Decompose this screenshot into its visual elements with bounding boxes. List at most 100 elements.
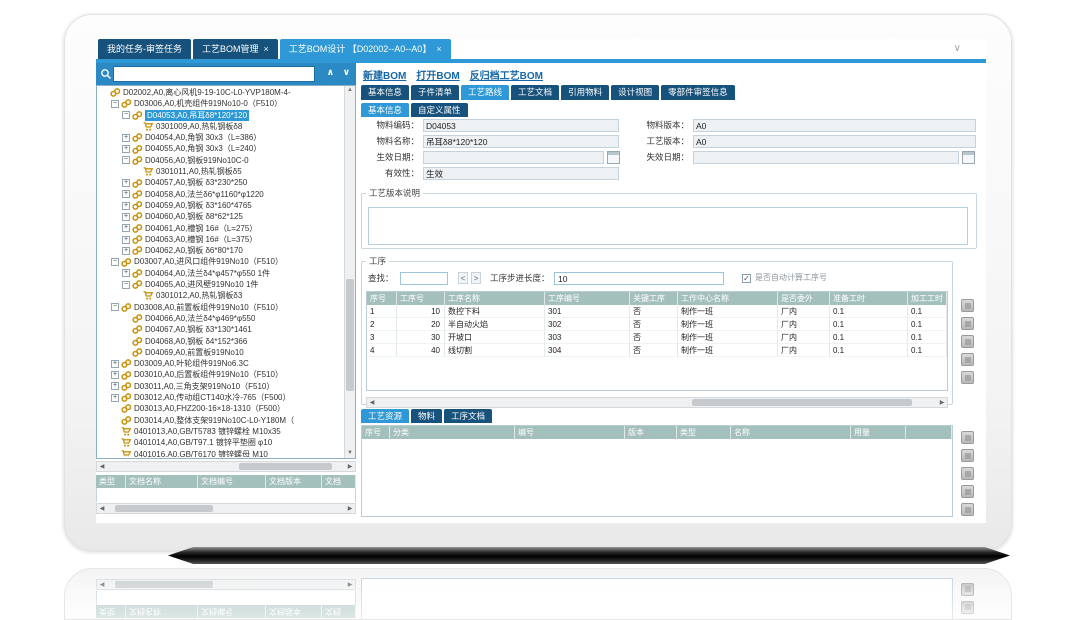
collapse-icon[interactable]: − — [122, 281, 130, 289]
tree-item[interactable]: +D04060,A0,钢板 δ8*62*125 — [98, 211, 343, 222]
tree-item[interactable]: 0301012,A0,热轧钢板δ3 — [98, 290, 343, 301]
tree-item[interactable]: 0401014,A0,GB/T97.1 镀锌平垫圈 φ10 — [98, 437, 343, 448]
tree-item[interactable]: +D04058,A0,法兰δ6*φ1160*φ1220 — [98, 189, 343, 200]
tree-item[interactable]: +D04063,A0,槽钢 16#（L=375） — [98, 234, 343, 245]
tree-item[interactable]: +D03011,A0,三角支架919No10（F510） — [98, 381, 343, 392]
scroll-thumb[interactable] — [115, 505, 213, 512]
tree-item[interactable]: 0301009,A0,热轧钢板δ8 — [98, 121, 343, 132]
expand-icon[interactable]: + — [122, 213, 130, 221]
resource-tab-2[interactable]: 工序文档 — [444, 409, 492, 423]
tree-item[interactable]: −D03006,A0,机壳组件919No10-0（F510） — [98, 98, 343, 109]
collapse-icon[interactable]: − — [122, 111, 130, 119]
table-tool-button[interactable] — [961, 431, 974, 444]
tree-item[interactable]: D03014,A0,整体支架919No10C-L0-Y180M（ — [98, 415, 343, 426]
bom-link-1[interactable]: 打开BOM — [416, 67, 459, 82]
table-row[interactable]: 330开坡口303否制作一班厂内0.10.1 — [367, 331, 947, 344]
tree-item[interactable]: +D04057,A0,钢板 δ3*230*250 — [98, 177, 343, 188]
search-next-icon[interactable]: ∨ — [343, 67, 350, 78]
collapse-icon[interactable]: − — [122, 156, 130, 164]
tree-item[interactable]: D04068,A0,钢板 δ4*152*366 — [98, 336, 343, 347]
tree-item[interactable]: −D04053,A0,吊耳δ8*120*120 — [98, 110, 343, 121]
expand-icon[interactable]: + — [122, 247, 130, 255]
auto-calc-checkbox[interactable]: ✓ — [742, 274, 751, 283]
tree-item[interactable]: +D04064,A0,法兰δ4*φ457*φ550 1件 — [98, 268, 343, 279]
expand-icon[interactable]: + — [122, 202, 130, 210]
tree-item[interactable]: D04066,A0,法兰δ4*φ469*φ550 — [98, 313, 343, 324]
expiry-date-field[interactable] — [693, 151, 959, 164]
main-tab-5[interactable]: 设计视图 — [611, 85, 659, 100]
validity-field[interactable] — [423, 167, 619, 180]
table-tool-button[interactable] — [961, 317, 974, 330]
expand-icon[interactable]: + — [122, 145, 130, 153]
scroll-left-icon[interactable]: ◀ — [97, 504, 107, 514]
prev-step-icon[interactable]: < — [458, 272, 468, 284]
tree-item[interactable]: D04067,A0,钢板 δ3*130*1461 — [98, 324, 343, 335]
expand-icon[interactable]: + — [122, 269, 130, 277]
tree-item[interactable]: +D03009,A0,叶轮组件919No6.3C — [98, 358, 343, 369]
tree-item[interactable]: D03013,A0,FHZ200-16×18-1310（F500） — [98, 403, 343, 414]
resource-tab-0[interactable]: 工艺资源 — [361, 409, 409, 423]
tree-item[interactable]: +D04059,A0,钢板 δ3*160*4765 — [98, 200, 343, 211]
bom-link-2[interactable]: 反归档工艺BOM — [470, 67, 543, 82]
effective-date-field[interactable] — [423, 151, 604, 164]
table-tool-button[interactable] — [961, 449, 974, 462]
tree-item[interactable]: −D04065,A0,进风壁919No10 1件 — [98, 279, 343, 290]
close-icon[interactable]: × — [436, 39, 441, 59]
tree-item[interactable]: +D04055,A0,角钢 30x3（L=240） — [98, 143, 343, 154]
doc-horizontal-scrollbar[interactable]: ◀ ▶ — [96, 503, 356, 514]
tree-item[interactable]: +D04061,A0,槽钢 16#（L=275） — [98, 223, 343, 234]
table-tool-button[interactable] — [961, 503, 974, 516]
sub-tab-1[interactable]: 自定义属性 — [411, 103, 468, 117]
table-row[interactable]: 440线切割304否制作一班厂内0.10.1 — [367, 344, 947, 357]
expand-icon[interactable]: + — [122, 179, 130, 187]
tree-item[interactable]: 0301011,A0,热轧钢板δ5 — [98, 166, 343, 177]
process-version-field[interactable] — [693, 135, 976, 148]
sub-tab-0[interactable]: 基本信息 — [361, 103, 409, 117]
material-version-field[interactable] — [693, 119, 976, 132]
scroll-right-icon[interactable]: ▶ — [345, 462, 355, 472]
close-icon[interactable]: × — [264, 39, 269, 59]
tree-item[interactable]: −D03008,A0,前置板组件919No10（F510） — [98, 302, 343, 313]
table-row[interactable]: 220半自动火焰302否制作一班厂内0.10.1 — [367, 318, 947, 331]
scroll-right-icon[interactable]: ▶ — [345, 504, 355, 514]
main-tab-4[interactable]: 引用物料 — [561, 85, 609, 100]
expand-icon[interactable]: + — [111, 360, 119, 368]
process-horizontal-scrollbar[interactable]: ◀ ▶ — [366, 397, 948, 408]
tree-item[interactable]: 0401013,A0,GB/T5783 镀锌螺栓 M10x35 — [98, 426, 343, 437]
main-tab-2[interactable]: 工艺路线 — [461, 85, 509, 100]
table-tool-button[interactable] — [961, 353, 974, 366]
expand-icon[interactable]: + — [122, 224, 130, 232]
scroll-right-icon[interactable]: ▶ — [937, 398, 947, 408]
tree-item[interactable]: D04069,A0,前置板919No10 — [98, 347, 343, 358]
window-tab-0[interactable]: 我的任务-审签任务 — [98, 39, 191, 59]
expand-icon[interactable]: + — [122, 134, 130, 142]
material-name-field[interactable] — [423, 135, 619, 148]
main-tab-3[interactable]: 工艺文档 — [511, 85, 559, 100]
expand-icon[interactable]: + — [111, 371, 119, 379]
expand-icon[interactable]: + — [111, 382, 119, 390]
step-length-input[interactable] — [554, 272, 724, 285]
expand-icon[interactable]: + — [122, 190, 130, 198]
main-tab-6[interactable]: 零部件审签信息 — [661, 85, 735, 100]
table-tool-button[interactable] — [961, 601, 974, 614]
window-tab-2[interactable]: 工艺BOM设计 【D02002--A0--A0】× — [280, 39, 451, 59]
scroll-thumb[interactable] — [346, 279, 354, 391]
table-tool-button[interactable] — [961, 299, 974, 312]
window-tab-1[interactable]: 工艺BOM管理× — [193, 39, 278, 59]
scroll-thumb[interactable] — [692, 399, 912, 406]
tree-search-input[interactable] — [113, 66, 315, 82]
main-tab-1[interactable]: 子件清单 — [411, 85, 459, 100]
scroll-down-icon[interactable]: ▼ — [345, 449, 355, 458]
collapse-icon[interactable]: − — [111, 303, 119, 311]
tree-vertical-scrollbar[interactable]: ▲ ▼ — [344, 86, 355, 458]
tree-item[interactable]: +D03012,A0,传动组CT140水冷-765（F500） — [98, 392, 343, 403]
version-note-textarea[interactable] — [368, 207, 968, 245]
collapse-icon[interactable]: − — [111, 100, 119, 108]
scroll-left-icon[interactable]: ◀ — [97, 462, 107, 472]
tree-item[interactable]: −D04056,A0,钢板919No10C-0 — [98, 155, 343, 166]
tree-item[interactable]: +D04062,A0,钢板 δ6*80*170 — [98, 245, 343, 256]
next-step-icon[interactable]: > — [471, 272, 481, 284]
expand-icon[interactable]: + — [111, 394, 119, 402]
table-tool-button[interactable] — [961, 583, 974, 596]
tree-horizontal-scrollbar[interactable]: ◀ ▶ — [96, 461, 356, 472]
